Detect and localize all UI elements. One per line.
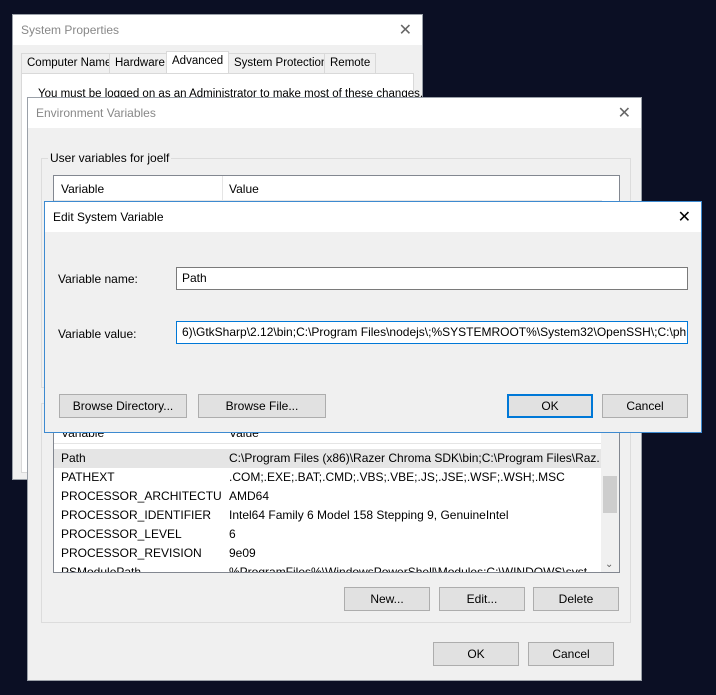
cancel-button[interactable]: Cancel	[528, 642, 614, 666]
variable-value-label: Variable value:	[58, 327, 137, 341]
cancel-button[interactable]: Cancel	[602, 394, 688, 418]
value-cell: C:\Program Files (x86)\Razer Chroma SDK\…	[229, 451, 599, 465]
ok-button[interactable]: OK	[507, 394, 593, 418]
value-cell: Intel64 Family 6 Model 158 Stepping 9, G…	[229, 508, 509, 522]
value-cell: %ProgramFiles%\WindowsPowerShell\Modules…	[229, 565, 598, 573]
title-bar: Environment Variables ✕	[28, 98, 641, 128]
edit-button[interactable]: Edit...	[439, 587, 525, 611]
browse-directory-button[interactable]: Browse Directory...	[59, 394, 187, 418]
tab-hardware[interactable]: Hardware	[109, 53, 171, 73]
group-label: User variables for joelf	[48, 151, 172, 165]
list-header: Variable Value	[54, 176, 602, 201]
column-value[interactable]: Value	[229, 182, 259, 196]
variable-cell: Path	[61, 451, 86, 465]
system-variables-list[interactable]: Variable Value Path C:\Program Files (x86…	[53, 418, 620, 573]
title-bar: Edit System Variable ✕	[45, 202, 701, 232]
browse-file-button[interactable]: Browse File...	[198, 394, 326, 418]
value-cell: .COM;.EXE;.BAT;.CMD;.VBS;.VBE;.JS;.JSE;.…	[229, 470, 565, 484]
column-variable[interactable]: Variable	[61, 182, 104, 196]
variable-name-input[interactable]: Path	[176, 267, 688, 290]
tab-remote[interactable]: Remote	[324, 53, 377, 73]
table-row[interactable]: Path C:\Program Files (x86)\Razer Chroma …	[54, 449, 601, 468]
value-cell: 9e09	[229, 546, 256, 560]
table-row[interactable]: PROCESSOR_LEVEL 6	[54, 525, 601, 544]
scroll-down-icon[interactable]: ⌄	[605, 559, 613, 570]
value-cell: AMD64	[229, 489, 270, 503]
variable-cell: PROCESSOR_REVISION	[61, 546, 202, 560]
new-button[interactable]: New...	[344, 587, 430, 611]
close-icon[interactable]: ✕	[399, 20, 412, 40]
close-icon[interactable]: ✕	[678, 207, 691, 227]
variable-cell: PROCESSOR_ARCHITECTURE	[61, 489, 221, 503]
scrollbar[interactable]: ⌄	[601, 419, 619, 572]
window-title: Environment Variables	[36, 106, 156, 120]
close-icon[interactable]: ✕	[618, 103, 631, 123]
variable-cell: PATHEXT	[61, 470, 115, 484]
variable-cell: PROCESSOR_LEVEL	[61, 527, 182, 541]
table-row[interactable]: PATHEXT .COM;.EXE;.BAT;.CMD;.VBS;.VBE;.JS…	[54, 468, 601, 487]
table-row[interactable]: PROCESSOR_IDENTIFIER Intel64 Family 6 Mod…	[54, 506, 601, 525]
title-bar: System Properties ✕	[13, 15, 422, 45]
window-title: Edit System Variable	[53, 210, 164, 224]
tab-computer-name[interactable]: Computer Name	[21, 53, 118, 73]
tab-advanced[interactable]: Advanced	[166, 51, 230, 74]
variable-name-label: Variable name:	[58, 272, 138, 286]
delete-button[interactable]: Delete	[533, 587, 619, 611]
tab-system-protection[interactable]: System Protection	[228, 53, 334, 73]
edit-system-variable-dialog: Edit System Variable ✕ Variable name: Pa…	[44, 201, 702, 433]
window-title: System Properties	[21, 23, 120, 37]
scrollbar-thumb[interactable]	[603, 476, 617, 513]
table-row[interactable]: PSModulePath %ProgramFiles%\WindowsPowerS…	[54, 563, 601, 573]
ok-button[interactable]: OK	[433, 642, 519, 666]
table-row[interactable]: PROCESSOR_REVISION 9e09	[54, 544, 601, 563]
table-row[interactable]: PROCESSOR_ARCHITECTURE AMD64	[54, 487, 601, 506]
value-cell: 6	[229, 527, 236, 541]
variable-cell: PSModulePath	[61, 565, 142, 573]
variable-value-input[interactable]: 6)\GtkSharp\2.12\bin;C:\Program Files\no…	[176, 321, 688, 344]
column-divider	[222, 176, 223, 201]
variable-cell: PROCESSOR_IDENTIFIER	[61, 508, 212, 522]
